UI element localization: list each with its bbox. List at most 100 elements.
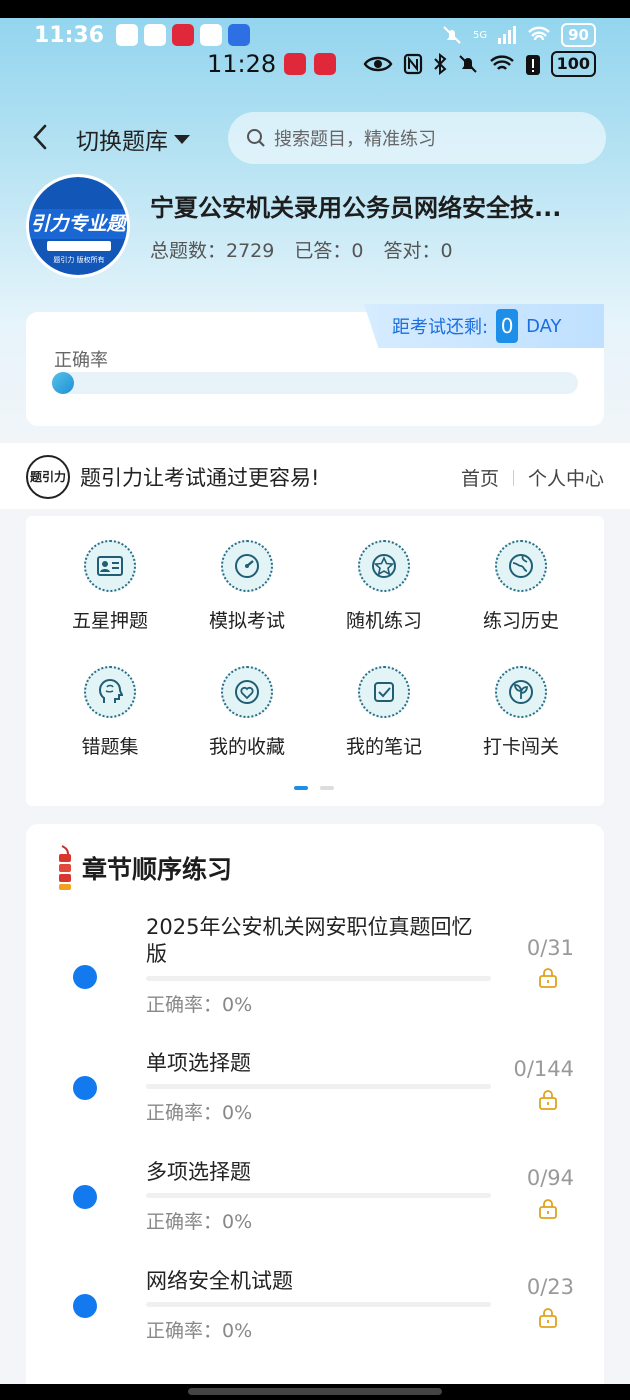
personal-center-link[interactable]: 个人中心 [528,464,604,491]
back-arrow-icon[interactable] [30,122,50,152]
accuracy-progress-knob [52,372,74,394]
message-notification-icon [200,24,223,46]
chapter-accuracy: 正确率：0% [146,1102,253,1124]
feature-wrong-questions[interactable]: 错题集 [50,666,170,759]
search-input[interactable]: 搜索题目，精准练习 [228,112,606,164]
accuracy-card: 距考试还剩: 0 DAY 正确率 [26,304,604,426]
countdown-unit: DAY [526,315,562,337]
countdown-label: 距考试还剩: [392,317,489,338]
accuracy-label: 正确率 [54,350,108,371]
chapter-progress-bar [146,1084,491,1089]
lock-icon [539,1090,557,1110]
chapter-practice-card: 章节顺序练习 2025年公安机关网安职位真题回忆版 正确率：0% 0/31 单项… [26,824,604,1400]
lock-icon [539,1199,557,1219]
chapter-progress-bar [146,1193,491,1198]
chapter-count: 0/144 [513,1057,574,1081]
wifi-icon [528,26,550,41]
answered-count: 已答：0 [294,240,364,262]
shield-notification-icon [228,24,251,46]
feature-my-favorites[interactable]: 我的收藏 [187,666,307,759]
note-check-icon [358,666,410,718]
star-compass-icon [358,540,410,592]
leaf-badge-icon [495,666,547,718]
exam-countdown-badge: 距考试还剩: 0 DAY [364,304,604,348]
bluetooth-icon [433,53,447,75]
battery-indicator: 90 [561,23,596,47]
alert-battery-icon [525,55,540,75]
logo-text: 引力专业题 [29,209,127,239]
mute-icon [443,26,461,44]
chapter-count: 0/31 [526,936,574,960]
wifi-icon [489,55,514,70]
nfc-icon [403,53,422,75]
search-icon [247,129,265,147]
switch-bank-label: 切换题库 [76,129,168,155]
notification-icons [116,24,251,46]
globe-icon [495,540,547,592]
brain-head-icon [84,666,136,718]
question-bank-title: 宁夏公安机关录用公务员网络安全技... [150,194,562,222]
feature-check-in-challenge[interactable]: 打卡闯关 [461,666,581,759]
chapter-section-title: 章节顺序练习 [82,855,233,884]
chapter-accuracy: 正确率：0% [146,1320,253,1342]
lock-icon [539,968,557,988]
inner-battery-indicator: 100 [550,51,596,77]
feature-random-practice[interactable]: 随机练习 [324,540,444,633]
chapter-accuracy: 正确率：0% [146,994,253,1016]
chapter-count: 0/23 [526,1275,574,1299]
chapter-bullet [73,965,97,989]
chapter-name: 多项选择题 [146,1160,251,1184]
network-label: 5G [473,29,488,41]
page-dot [320,786,334,790]
top-navigation: 切换题库 搜索题目，精准练习 [0,112,630,164]
search-placeholder: 搜索题目，精准练习 [274,129,436,150]
countdown-value: 0 [496,309,519,343]
heart-icon [221,666,273,718]
xiaohongshu-icon [284,53,307,75]
chat-notification-icon [144,24,167,46]
xiaohongshu-icon [172,24,195,46]
accuracy-progress-bar [52,372,578,394]
brand-logo: 题引力 [26,455,70,499]
mute-icon [458,55,477,73]
speedometer-icon [221,540,273,592]
id-card-icon [84,540,136,592]
feature-five-star[interactable]: 五星押题 [50,540,170,633]
feature-practice-history[interactable]: 练习历史 [461,540,581,633]
app-notification-icon [116,24,139,46]
status-time: 11:36 [34,22,105,48]
bank-stats: 总题数：2729 已答：0 答对：0 [150,236,453,263]
question-bank-logo: 引力专业题 题引力 版权所有 [26,174,130,278]
slogan-text: 题引力让考试通过更容易! [80,466,320,490]
status-bar-inner: 11:28 100 [0,46,630,82]
page-indicator [294,786,334,790]
chapter-progress-bar [146,976,491,981]
home-link[interactable]: 首页 [461,464,499,491]
chapter-bullet [73,1076,97,1100]
divider [512,469,514,486]
xiaohongshu-icon [314,53,337,75]
feature-my-notes[interactable]: 我的笔记 [324,666,444,759]
chapter-name: 单项选择题 [146,1051,251,1075]
signal-icon [498,26,517,44]
switch-bank-dropdown[interactable]: 切换题库 [76,122,190,156]
chapter-bullet [73,1294,97,1318]
inner-status-time: 11:28 [207,50,277,78]
logo-subtext: 题引力 版权所有 [53,256,105,264]
screen-top-edge [0,0,630,18]
lock-icon [539,1308,557,1328]
chapter-count: 0/94 [526,1166,574,1190]
chapter-name: 2025年公安机关网安职位真题回忆版 [146,915,473,966]
chapter-accuracy: 正确率：0% [146,1211,253,1233]
firecracker-icon [59,845,71,890]
total-questions: 总题数：2729 [150,240,275,262]
page-dot-active [294,786,308,790]
feature-grid: 五星押题 模拟考试 随机练习 练习历史 错题集 我的收藏 我的笔记 打卡闯关 [26,516,604,806]
chapter-bullet [73,1185,97,1209]
caret-down-icon [174,134,190,144]
correct-count: 答对：0 [383,240,453,262]
feature-mock-exam[interactable]: 模拟考试 [187,540,307,633]
eye-icon [363,56,393,72]
home-indicator[interactable] [188,1388,442,1395]
slogan-bar: 题引力 题引力让考试通过更容易! 首页 个人中心 [0,443,630,509]
